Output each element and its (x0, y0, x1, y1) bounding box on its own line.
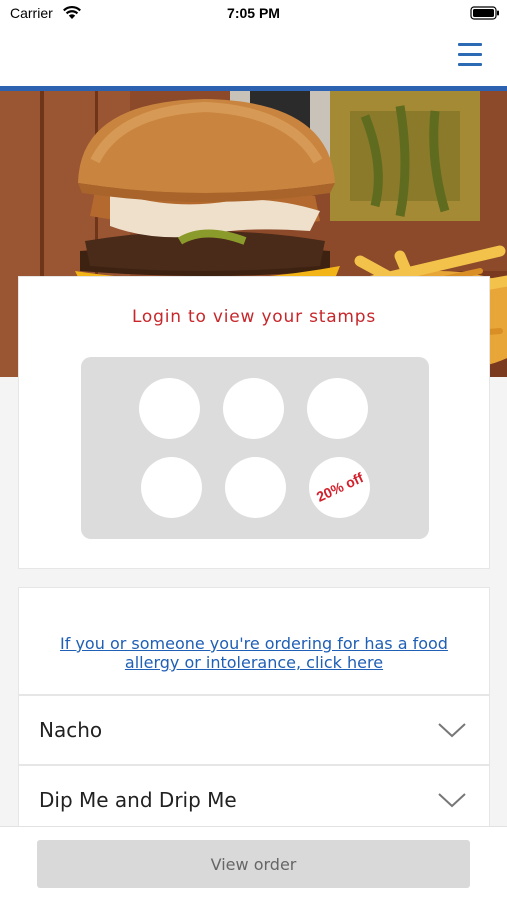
allergy-info-card: If you or someone you're ordering for ha… (18, 587, 490, 695)
clock-label: 7:05 PM (227, 5, 280, 21)
stamp-slot (223, 378, 284, 439)
hamburger-menu-icon[interactable] (450, 38, 490, 74)
chevron-down-icon (438, 793, 466, 808)
stamp-slot (141, 457, 202, 518)
bottom-action-bar: View order (0, 826, 507, 900)
reward-label: 20% off (313, 469, 366, 505)
battery-icon (470, 6, 499, 20)
menu-section-label: Dip Me and Drip Me (39, 788, 237, 812)
navigation-bar (0, 30, 507, 86)
allergy-info-link[interactable]: If you or someone you're ordering for ha… (39, 634, 469, 672)
status-bar: Carrier 7:05 PM (0, 0, 507, 30)
menu-section-nacho[interactable]: Nacho (18, 695, 490, 765)
chevron-down-icon (438, 723, 466, 738)
view-order-button[interactable]: View order (37, 840, 470, 888)
stamp-slot (307, 378, 368, 439)
reward-stamp: 20% off (309, 457, 370, 518)
loyalty-stamp-card: Login to view your stamps 20% off (18, 276, 490, 569)
menu-section-label: Nacho (39, 718, 103, 742)
stamp-grid: 20% off (81, 357, 429, 539)
stamp-slot (225, 457, 286, 518)
stamp-card-title: Login to view your stamps (131, 307, 377, 327)
stamp-slot (139, 378, 200, 439)
menu-section-dip-me-and-drip-me[interactable]: Dip Me and Drip Me (18, 765, 490, 835)
